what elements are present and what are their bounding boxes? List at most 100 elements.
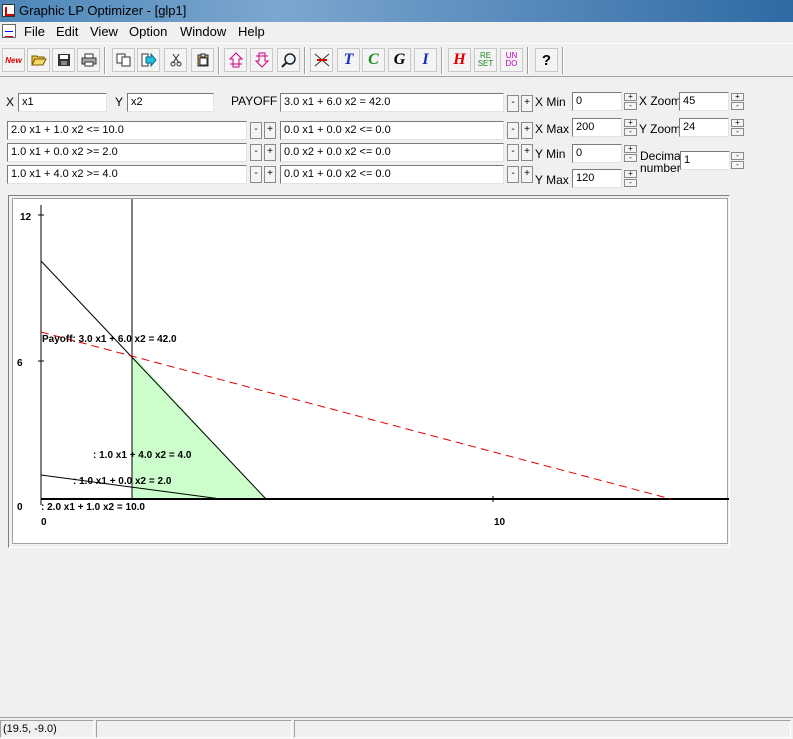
y-variable-input[interactable]: x2 xyxy=(127,93,214,112)
decimal-down-button[interactable]: - xyxy=(731,161,744,169)
y-max-spinner[interactable]: + - xyxy=(624,170,637,187)
constraint-2-input[interactable]: 1.0 x1 + 0.0 x2 >= 2.0 xyxy=(7,143,247,162)
undo-button[interactable]: UN DO xyxy=(500,48,523,72)
crossed-lines-icon xyxy=(314,53,329,67)
toolbar-separator xyxy=(527,47,529,74)
graph-canvas[interactable]: 12 6 0 0 10 Payoff: 3.0 x1 + 6.0 x2 = 42… xyxy=(12,198,729,545)
x-zoom-down-button[interactable]: - xyxy=(731,102,744,110)
x-min-down-button[interactable]: - xyxy=(624,102,637,110)
find-button[interactable] xyxy=(277,48,300,72)
save-button[interactable] xyxy=(52,48,75,72)
constraint-4-input[interactable]: 0.0 x1 + 0.0 x2 <= 0.0 xyxy=(280,121,504,140)
menu-file[interactable]: File xyxy=(24,24,45,39)
menu-option[interactable]: Option xyxy=(129,24,167,39)
payoff-line-label: Payoff: 3.0 x1 + 6.0 x2 = 42.0 xyxy=(42,334,177,345)
status-pane-3 xyxy=(294,720,791,738)
constraint-6-plus-button[interactable]: + xyxy=(521,166,533,183)
payoff-input[interactable]: 3.0 x1 + 6.0 x2 = 42.0 xyxy=(280,93,504,112)
x-min-up-button[interactable]: + xyxy=(624,93,637,101)
decimal-up-button[interactable]: - xyxy=(731,152,744,160)
constraint-3-line-label: : 1.0 x1 + 4.0 x2 = 4.0 xyxy=(93,450,192,461)
new-button[interactable]: New xyxy=(2,48,25,72)
y-tick-label-6: 6 xyxy=(17,358,23,369)
magnifier-icon xyxy=(280,53,296,68)
x-max-input[interactable]: 200 xyxy=(572,118,622,137)
undo-bottom-label: DO xyxy=(505,59,518,68)
folder-open-icon xyxy=(30,55,47,66)
integer-button[interactable]: I xyxy=(414,48,437,72)
x-min-input[interactable]: 0 xyxy=(572,92,622,111)
title-bar: Graphic LP Optimizer - [glp1] xyxy=(0,0,793,22)
y-max-input[interactable]: 120 xyxy=(572,169,622,188)
y-min-input[interactable]: 0 xyxy=(572,144,622,163)
menu-view[interactable]: View xyxy=(90,24,118,39)
constraint-2-minus-button[interactable]: - xyxy=(250,144,262,161)
x-variable-input[interactable]: x1 xyxy=(18,93,107,112)
zoom-in-button[interactable] xyxy=(224,48,247,72)
document-icon[interactable] xyxy=(2,24,16,38)
constraint-5-input[interactable]: 0.0 x2 + 0.0 x2 <= 0.0 xyxy=(280,143,504,162)
y-zoom-input[interactable]: 24 xyxy=(679,118,729,137)
decimal-input[interactable]: 1 xyxy=(680,151,730,170)
x-zoom-spinner[interactable]: + - xyxy=(731,93,744,110)
payoff-plus-button[interactable]: + xyxy=(521,95,533,112)
print-button[interactable] xyxy=(77,48,100,72)
y-min-spinner[interactable]: + - xyxy=(624,145,637,162)
constraint-6-input[interactable]: 0.0 x1 + 0.0 x2 <= 0.0 xyxy=(280,165,504,184)
paste-button[interactable] xyxy=(191,48,214,72)
x-zoom-input[interactable]: 45 xyxy=(679,92,729,111)
menu-window[interactable]: Window xyxy=(180,24,226,39)
x-zoom-up-button[interactable]: + xyxy=(731,93,744,101)
menu-help[interactable]: Help xyxy=(238,24,265,39)
help-button[interactable]: H xyxy=(448,48,471,72)
constraint-2-plus-button[interactable]: + xyxy=(264,144,276,161)
decimal-spinner[interactable]: - - xyxy=(731,152,744,169)
y-min-down-button[interactable]: - xyxy=(624,154,637,162)
graph-button[interactable]: G xyxy=(388,48,411,72)
y-max-up-button[interactable]: + xyxy=(624,170,637,178)
constraint-3-input[interactable]: 1.0 x1 + 4.0 x2 >= 4.0 xyxy=(7,165,247,184)
y-zoom-label: Y Zoom xyxy=(639,122,681,136)
menu-bar: File Edit View Option Window Help xyxy=(0,22,793,42)
constraint-3-minus-button[interactable]: - xyxy=(250,166,262,183)
constraint-5-plus-button[interactable]: + xyxy=(521,144,533,161)
window-title: Graphic LP Optimizer - [glp1] xyxy=(19,3,187,18)
constraint-1-input[interactable]: 2.0 x1 + 1.0 x2 <= 10.0 xyxy=(7,121,247,140)
graph-svg[interactable]: 12 6 0 0 10 Payoff: 3.0 x1 + 6.0 x2 = 42… xyxy=(13,199,729,545)
constraint-1-plus-button[interactable]: + xyxy=(264,122,276,139)
x-max-spinner[interactable]: + - xyxy=(624,119,637,136)
y-max-down-button[interactable]: - xyxy=(624,179,637,187)
export-button[interactable] xyxy=(137,48,160,72)
text-button[interactable]: T xyxy=(337,48,360,72)
zoom-out-button[interactable] xyxy=(250,48,273,72)
y-zoom-spinner[interactable]: + - xyxy=(731,119,744,136)
x-max-up-button[interactable]: + xyxy=(624,119,637,127)
payoff-minus-button[interactable]: - xyxy=(507,95,519,112)
about-button[interactable]: ? xyxy=(535,48,558,72)
menu-edit[interactable]: Edit xyxy=(56,24,78,39)
toolbar-separator xyxy=(104,47,106,74)
y-min-up-button[interactable]: + xyxy=(624,145,637,153)
toolbar-separator xyxy=(304,47,306,74)
open-button[interactable] xyxy=(27,48,50,72)
app-icon[interactable] xyxy=(2,4,15,17)
x-variable-label: X xyxy=(6,95,15,109)
y-tick-label-0: 0 xyxy=(17,502,23,513)
constraint-3-plus-button[interactable]: + xyxy=(264,166,276,183)
copy-button[interactable] xyxy=(112,48,135,72)
constraint-5-minus-button[interactable]: - xyxy=(507,144,519,161)
constraint-4-plus-button[interactable]: + xyxy=(521,122,533,139)
constraint-1-minus-button[interactable]: - xyxy=(250,122,262,139)
reset-button[interactable]: RE SET xyxy=(474,48,497,72)
reset-bottom-label: SET xyxy=(477,59,494,68)
x-max-down-button[interactable]: - xyxy=(624,128,637,136)
y-zoom-up-button[interactable]: + xyxy=(731,119,744,127)
floppy-icon xyxy=(57,54,70,66)
x-min-spinner[interactable]: + - xyxy=(624,93,637,110)
cut-button[interactable] xyxy=(164,48,187,72)
y-zoom-down-button[interactable]: - xyxy=(731,128,744,136)
clear-graph-button[interactable] xyxy=(310,48,333,72)
constraint-4-minus-button[interactable]: - xyxy=(507,122,519,139)
constraint-button[interactable]: C xyxy=(362,48,385,72)
constraint-6-minus-button[interactable]: - xyxy=(507,166,519,183)
